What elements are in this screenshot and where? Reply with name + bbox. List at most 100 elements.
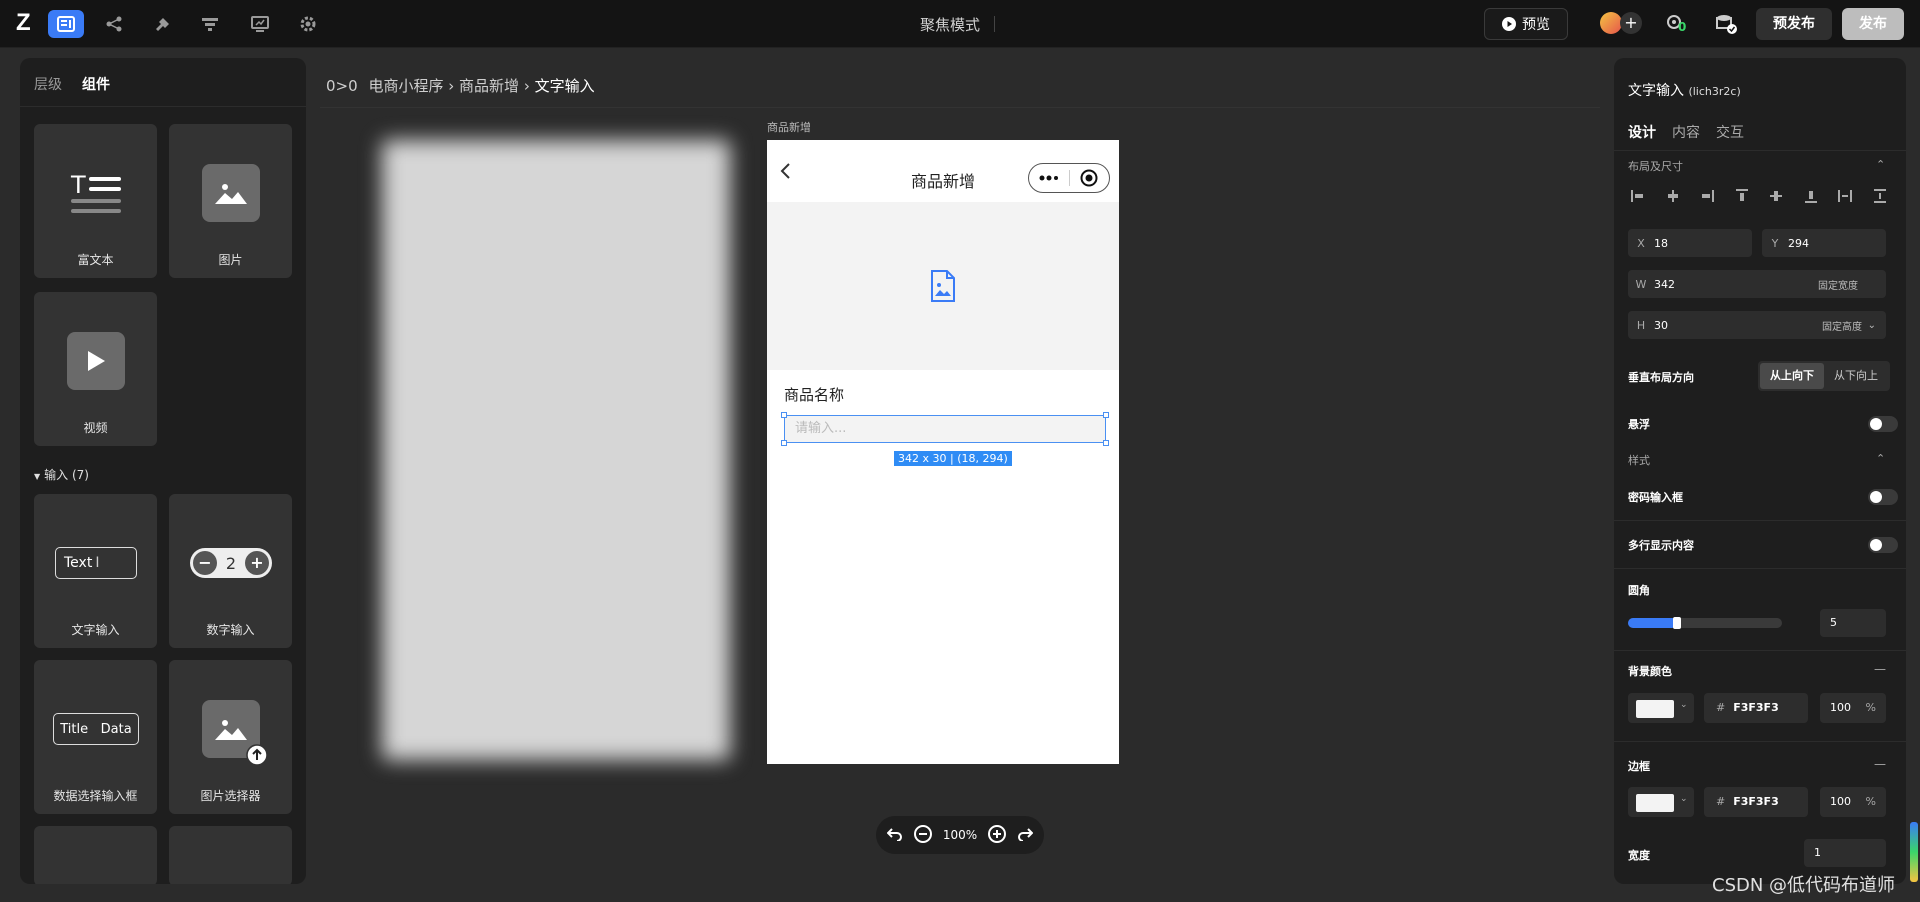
dir-bottom-to-top[interactable]: 从下向上 [1824,363,1888,389]
frame-label[interactable]: 商品新增 [767,119,811,135]
app-logo[interactable]: Z [16,10,42,36]
more-icon[interactable] [1029,175,1069,181]
x-field[interactable]: X 18 [1628,229,1752,257]
resize-handle[interactable] [781,440,787,446]
component-label: 文字输入 [71,623,120,637]
vertical-direction-label: 垂直布局方向 [1628,371,1694,384]
prepublish-button[interactable]: 预发布 [1756,8,1832,40]
tab-interaction[interactable]: 交互 [1716,122,1744,142]
plugin-icon[interactable] [144,10,180,38]
tab-content[interactable]: 内容 [1672,122,1700,142]
collapse-icon[interactable]: ⌃ [1876,452,1885,465]
avatar[interactable] [1600,12,1622,34]
radius-input[interactable]: 5 [1820,609,1886,637]
zoom-in-icon[interactable] [987,824,1007,847]
component-number-input[interactable]: −2 + 数字输入 [169,494,292,648]
component-text-input[interactable]: Text I 文字输入 [34,494,157,648]
breadcrumb-item[interactable]: 商品新增 [459,77,519,95]
breadcrumb-item[interactable]: 电商小程序 [368,77,443,95]
component-video[interactable]: 视频 [34,292,157,446]
add-collaborator-icon[interactable]: + [1620,12,1642,34]
publish-button[interactable]: 发布 [1842,8,1904,40]
distribute-h-icon[interactable] [1835,186,1855,206]
sample-title: Title [60,721,89,737]
pipeline-icon[interactable] [192,10,228,38]
height-mode[interactable]: 固定高度 [1822,318,1862,333]
resize-handle[interactable] [1103,412,1109,418]
redo-icon[interactable] [1017,827,1034,844]
component-image[interactable]: 图片 [169,124,292,278]
divider [1614,650,1906,651]
top-bar: Z 聚焦模式 预览 + 0 预发布 发布 [0,0,1920,48]
y-field[interactable]: Y 294 [1762,229,1886,257]
remove-border-icon[interactable]: — [1874,757,1886,771]
align-bottom-icon[interactable] [1801,186,1821,206]
flow-icon[interactable] [96,10,132,38]
distribute-v-icon[interactable] [1870,186,1890,206]
divider [994,16,995,32]
component-image-picker[interactable]: 图片选择器 [169,660,292,814]
undo-icon[interactable] [886,827,903,844]
resize-handle[interactable] [781,412,787,418]
bg-color-swatch[interactable]: ⌄ [1628,693,1694,723]
multiline-toggle[interactable] [1868,537,1898,553]
size-position-tag: 342 x 30 | (18, 294) [894,451,1012,466]
layout-icon[interactable] [48,10,84,38]
component-rich-text[interactable]: T 富文本 [34,124,157,278]
input-section-header[interactable]: ▼ 输入 (7) [34,466,89,483]
align-top-icon[interactable] [1732,186,1752,206]
database-icon[interactable] [1714,12,1738,36]
align-center-v-icon[interactable] [1766,186,1786,206]
dir-top-to-bottom[interactable]: 从上向下 [1760,363,1824,389]
border-hex-input[interactable]: # F3F3F3 [1704,787,1808,817]
collapse-icon[interactable]: ⌃ [1876,158,1885,171]
radius-slider[interactable] [1628,617,1782,629]
component-label: 数字输入 [206,623,255,637]
preview-button[interactable]: 预览 [1484,8,1568,40]
border-width-input[interactable]: 1 [1804,839,1886,867]
component-label: 图片 [218,253,243,267]
text-input-icon: Text I [54,532,138,594]
slider-knob[interactable] [1673,617,1682,629]
zoom-out-icon[interactable] [913,824,933,847]
page-route-icon[interactable]: 0>0 [326,77,358,95]
focus-mode-label[interactable]: 聚焦模式 [920,14,980,35]
password-toggle[interactable] [1868,489,1898,505]
text-input-selected[interactable]: 请输入... [784,415,1106,443]
monitor-icon[interactable] [242,10,278,38]
section-style: 样式 [1628,454,1650,467]
debug-icon[interactable]: 0 [1664,12,1688,36]
watermark: CSDN @低代码布道师 [1712,875,1896,896]
scroll-indicator[interactable] [1910,822,1918,882]
resize-handle[interactable] [1103,440,1109,446]
vertical-direction-toggle: 从上向下 从下向上 [1758,361,1890,391]
chevron-down-icon[interactable]: ⌄ [1868,320,1876,331]
w-field[interactable]: W 342 固定宽度 [1628,270,1886,298]
align-left-icon[interactable] [1628,186,1648,206]
h-field[interactable]: H 30 固定高度 ⌄ [1628,311,1886,339]
float-toggle[interactable] [1868,416,1898,432]
component-partial[interactable] [169,826,292,884]
zoom-level[interactable]: 100% [943,828,977,842]
data-select-icon: Title Data [52,698,140,760]
align-right-icon[interactable] [1697,186,1717,206]
close-capsule-icon[interactable] [1070,169,1110,187]
component-partial[interactable] [34,826,157,884]
breadcrumb-current: 文字输入 [534,77,595,95]
bg-hex-input[interactable]: # F3F3F3 [1704,693,1808,723]
alignment-toolbar [1628,186,1890,206]
tab-layers[interactable]: 层级 [34,74,62,94]
border-opacity-input[interactable]: 100% [1820,787,1886,817]
tab-components[interactable]: 组件 [82,74,110,94]
remove-bg-icon[interactable]: — [1874,662,1886,676]
align-center-h-icon[interactable] [1663,186,1683,206]
w-label: W [1635,277,1647,291]
width-mode[interactable]: 固定宽度 [1818,277,1858,292]
tab-design[interactable]: 设计 [1628,122,1656,142]
hash-symbol: # [1716,701,1726,714]
component-data-select[interactable]: Title Data 数据选择输入框 [34,660,157,814]
settings-icon[interactable] [290,10,326,38]
image-placeholder[interactable] [767,202,1119,370]
border-color-swatch[interactable]: ⌄ [1628,787,1694,817]
bg-opacity-input[interactable]: 100% [1820,693,1886,723]
